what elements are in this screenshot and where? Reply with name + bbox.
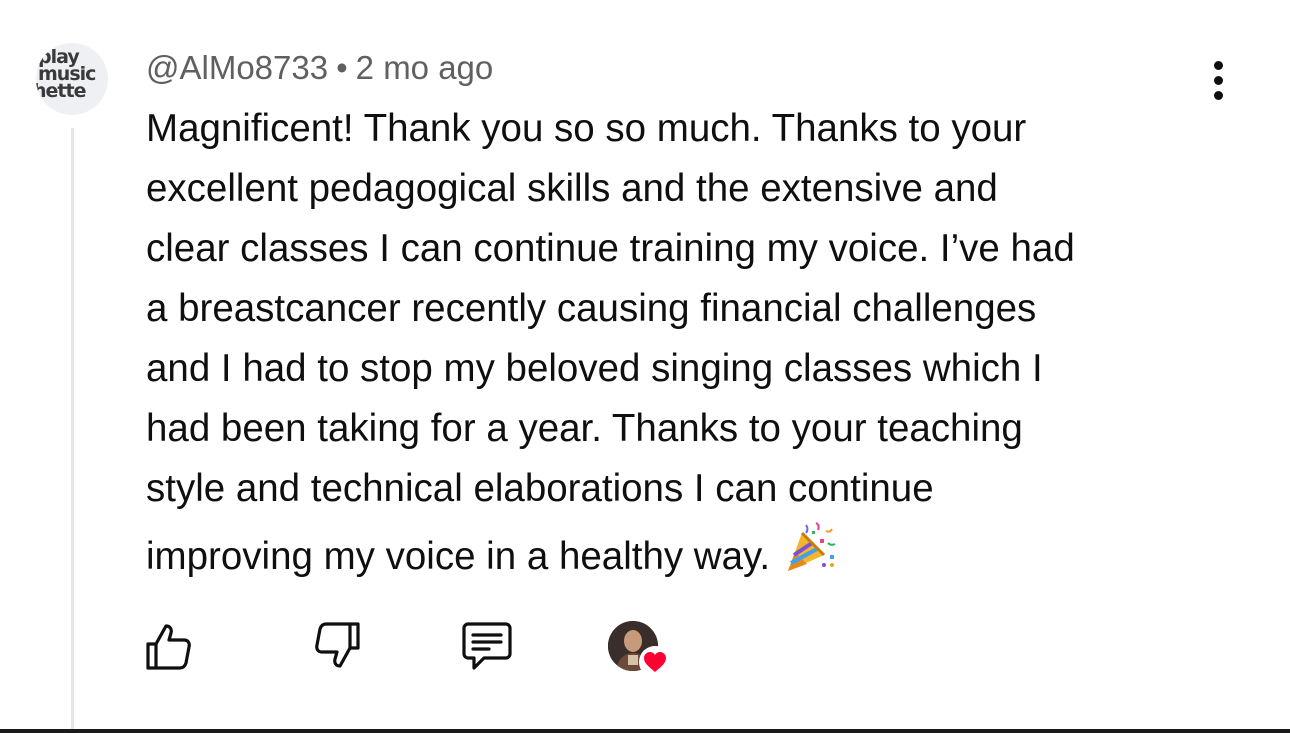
comment-timestamp[interactable]: 2 mo ago (356, 49, 494, 86)
comment-line-last: improving my voice in a healthy way. (146, 519, 1206, 593)
comment-line: had been taking for a year. Thanks to yo… (146, 407, 1023, 450)
more-options-button[interactable] (1200, 56, 1236, 104)
comment-body: Magnificent! Thank you so so much. Thank… (146, 99, 1206, 593)
author-avatar[interactable]: play music hette (36, 43, 108, 115)
avatar-logo-line-3: hette (36, 80, 86, 102)
comment-header: @AlMo8733 • 2 mo ago (146, 48, 493, 88)
avatar-logo-text: play music hette (36, 48, 108, 102)
comment-line: and I had to stop my beloved singing cla… (146, 347, 1043, 390)
more-options-dot (1213, 60, 1223, 70)
comment-line: excellent pedagogical skills and the ext… (146, 167, 998, 210)
comment-line: clear classes I can continue training my… (146, 227, 1075, 270)
author-handle[interactable]: @AlMo8733 (146, 49, 328, 86)
creator-heart-badge-icon (639, 646, 671, 678)
more-options-dot (1213, 75, 1223, 85)
bottom-divider (0, 729, 1290, 733)
thumbs-up-icon (146, 624, 191, 670)
more-options-dot (1213, 90, 1223, 100)
like-button[interactable] (140, 618, 196, 674)
comment-line: Magnificent! Thank you so so much. Thank… (146, 107, 1027, 150)
header-separator: • (336, 49, 348, 86)
thumbs-down-icon (315, 622, 360, 668)
thread-line (71, 128, 74, 733)
comment-line: style and technical elaborations I can c… (146, 467, 934, 510)
comment-line: a breastcancer recently causing financia… (146, 287, 1037, 330)
party-popper-icon (782, 519, 838, 593)
comment-line-text: improving my voice in a healthy way. (146, 535, 771, 578)
creator-heart (608, 621, 672, 679)
comment-thread: play music hette @AlMo8733 • 2 mo ago Magn… (0, 0, 1290, 733)
dislike-button[interactable] (310, 618, 366, 674)
reply-button[interactable] (456, 618, 516, 674)
comment-bubble-icon (462, 622, 512, 670)
